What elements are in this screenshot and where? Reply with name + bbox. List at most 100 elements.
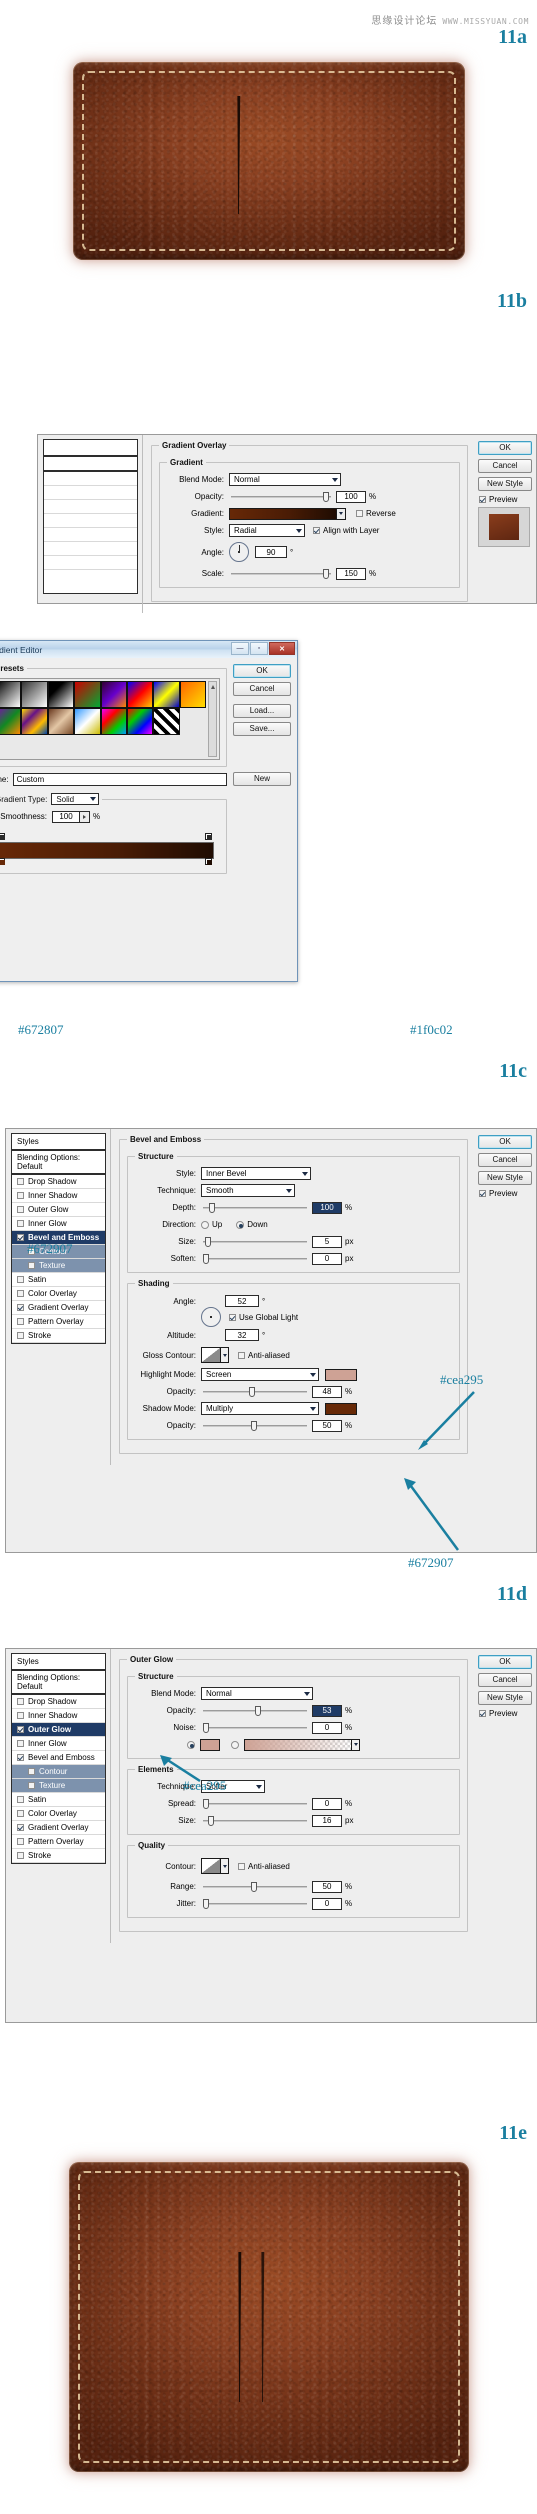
bevel-altitude-value[interactable]: 32: [225, 1329, 259, 1341]
og-noise-slider[interactable]: [203, 1722, 307, 1734]
style-item-outer-glow[interactable]: Outer Glow: [12, 1723, 105, 1737]
og-spread-value[interactable]: 0: [312, 1797, 342, 1810]
new-style-button[interactable]: New Style: [478, 1171, 532, 1185]
shadow-color-swatch[interactable]: [325, 1402, 357, 1415]
og-noise-value[interactable]: 0: [312, 1721, 342, 1734]
bevel-soften-value[interactable]: 0: [312, 1252, 342, 1265]
opacity-slider[interactable]: [231, 491, 331, 503]
highlight-opacity-slider[interactable]: [203, 1386, 307, 1398]
checkbox-icon[interactable]: [17, 1276, 24, 1283]
og-jitter-value[interactable]: 0: [312, 1897, 342, 1910]
gloss-contour-thumbnail[interactable]: [201, 1347, 221, 1363]
og-contour-thumbnail[interactable]: [201, 1858, 221, 1874]
opacity-value[interactable]: 100: [336, 490, 366, 503]
style-item-pattern-overlay[interactable]: Pattern Overlay: [12, 1315, 105, 1329]
checkbox-icon[interactable]: [17, 1712, 24, 1719]
preset-swatch[interactable]: [74, 681, 101, 708]
styles-row[interactable]: [44, 472, 137, 486]
og-size-value[interactable]: 16: [312, 1814, 342, 1827]
preset-swatch[interactable]: [100, 681, 127, 708]
styles-row[interactable]: [44, 486, 137, 500]
reverse-checkbox[interactable]: Reverse: [356, 509, 396, 518]
gloss-antialiased-checkbox[interactable]: Anti-aliased: [238, 1351, 290, 1360]
style-item-drop-shadow[interactable]: Drop Shadow: [12, 1175, 105, 1189]
checkbox-icon[interactable]: [17, 1838, 24, 1845]
checkbox-icon[interactable]: [17, 1810, 24, 1817]
preset-swatch[interactable]: [153, 708, 180, 735]
style-item-pattern-overlay[interactable]: Pattern Overlay: [12, 1835, 105, 1849]
checkbox-icon[interactable]: [17, 1698, 24, 1705]
outer-glow-dialog[interactable]: Styles Blending Options: Default Drop Sh…: [5, 1648, 537, 2023]
style-item-stroke[interactable]: Stroke: [12, 1329, 105, 1343]
style-item-contour[interactable]: Contour: [12, 1765, 105, 1779]
checkbox-icon[interactable]: [17, 1740, 24, 1747]
style-item-inner-shadow[interactable]: Inner Shadow: [12, 1709, 105, 1723]
gradient-color-stop-right[interactable]: [205, 858, 214, 867]
load-button[interactable]: Load...: [233, 704, 291, 718]
smoothness-stepper[interactable]: [80, 810, 90, 823]
gradient-opacity-stop-left[interactable]: [0, 833, 7, 842]
style-item-gradient-overlay[interactable]: Gradient Overlay: [12, 1821, 105, 1835]
new-style-button[interactable]: New Style: [478, 477, 532, 491]
style-item-outer-glow[interactable]: Outer Glow: [12, 1203, 105, 1217]
direction-down-radio[interactable]: Down: [236, 1220, 268, 1229]
og-spread-slider[interactable]: [203, 1798, 307, 1810]
og-range-slider[interactable]: [203, 1881, 307, 1893]
presets-grid[interactable]: [0, 681, 206, 757]
styles-row[interactable]: [44, 528, 137, 542]
bevel-depth-value[interactable]: 100: [312, 1201, 342, 1214]
preset-swatch[interactable]: [0, 708, 22, 735]
style-item-color-overlay[interactable]: Color Overlay: [12, 1287, 105, 1301]
bevel-size-slider[interactable]: [203, 1236, 307, 1248]
checkbox-icon[interactable]: [17, 1192, 24, 1199]
gradient-strip-editor[interactable]: [0, 833, 220, 867]
checkbox-icon[interactable]: [17, 1796, 24, 1803]
checkbox-icon[interactable]: [17, 1318, 24, 1325]
highlight-mode-select[interactable]: Screen: [201, 1368, 319, 1381]
glow-color-radio[interactable]: [187, 1740, 195, 1749]
styles-row[interactable]: [44, 514, 137, 528]
shadow-opacity-slider[interactable]: [203, 1420, 307, 1432]
gradient-color-stop-left[interactable]: [0, 858, 7, 867]
close-icon[interactable]: ✕: [269, 642, 295, 655]
gradient-editor-window[interactable]: Gradient Editor — ▫ ✕ Presets: [0, 640, 298, 982]
direction-up-radio[interactable]: Up: [201, 1220, 222, 1229]
preset-swatch[interactable]: [153, 681, 180, 708]
scale-value[interactable]: 150: [336, 567, 366, 580]
scale-slider[interactable]: [231, 568, 331, 580]
checkbox-icon[interactable]: [17, 1234, 24, 1241]
preset-swatch[interactable]: [21, 681, 48, 708]
og-blend-mode-select[interactable]: Normal: [201, 1687, 313, 1700]
use-global-light-checkbox[interactable]: Use Global Light: [229, 1313, 298, 1322]
gradient-opacity-stop-right[interactable]: [205, 833, 214, 842]
styles-list[interactable]: Styles Blending Options: Default Drop Sh…: [11, 1653, 106, 1864]
cancel-button[interactable]: Cancel: [478, 1673, 532, 1687]
maximize-icon[interactable]: ▫: [250, 642, 268, 655]
ok-button[interactable]: OK: [233, 664, 291, 678]
gradient-editor-titlebar[interactable]: Gradient Editor — ▫ ✕: [0, 641, 297, 658]
style-item-inner-shadow[interactable]: Inner Shadow: [12, 1189, 105, 1203]
new-style-button[interactable]: New Style: [478, 1691, 532, 1705]
glow-color-swatch[interactable]: [200, 1738, 220, 1751]
og-antialiased-checkbox[interactable]: Anti-aliased: [238, 1862, 290, 1871]
new-gradient-button[interactable]: New: [233, 772, 291, 786]
bevel-style-select[interactable]: Inner Bevel: [201, 1167, 311, 1180]
og-opacity-value[interactable]: 53: [312, 1704, 342, 1717]
angle-value[interactable]: 90: [255, 546, 287, 558]
og-range-value[interactable]: 50: [312, 1880, 342, 1893]
checkbox-icon[interactable]: [17, 1206, 24, 1213]
gradient-overlay-dialog[interactable]: Gradient Overlay Gradient Blend Mode: No…: [37, 434, 537, 613]
checkbox-icon[interactable]: [28, 1768, 35, 1775]
blending-options-row[interactable]: Blending Options: Default: [12, 1151, 105, 1175]
style-item-drop-shadow[interactable]: Drop Shadow: [12, 1695, 105, 1709]
chevron-down-icon[interactable]: [221, 1347, 229, 1363]
chevron-down-icon[interactable]: [352, 1738, 360, 1751]
angle-dial[interactable]: [229, 542, 249, 562]
checkbox-icon[interactable]: [28, 1262, 35, 1269]
style-item-texture[interactable]: Texture: [12, 1259, 105, 1273]
preview-checkbox[interactable]: Preview: [479, 1189, 532, 1198]
blend-mode-select[interactable]: Normal: [229, 473, 341, 486]
gradient-type-select[interactable]: Solid: [51, 793, 100, 805]
style-select[interactable]: Radial: [229, 524, 305, 537]
ok-button[interactable]: OK: [478, 441, 532, 455]
